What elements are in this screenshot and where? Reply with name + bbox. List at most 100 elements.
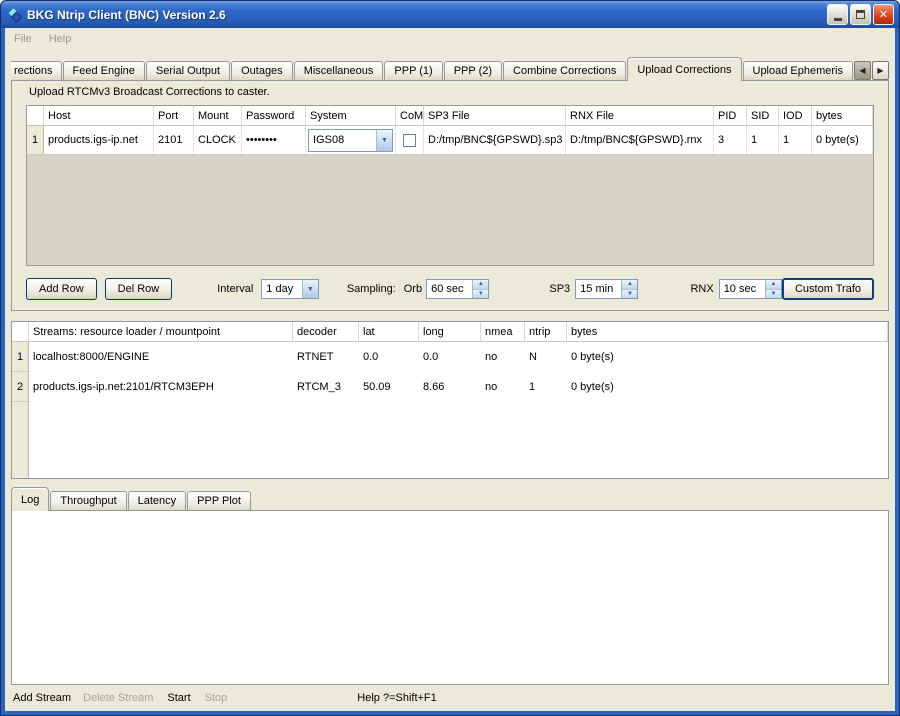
upload-table-header: Host Port Mount Password System CoM SP3 … xyxy=(27,106,873,126)
tab-scroll-left-button[interactable]: ◀ xyxy=(854,61,871,80)
del-row-button[interactable]: Del Row xyxy=(105,278,173,300)
bottom-action-bar: Add Stream Delete Stream Start Stop Help… xyxy=(5,685,895,711)
add-row-button[interactable]: Add Row xyxy=(26,278,97,300)
custom-trafo-button[interactable]: Custom Trafo xyxy=(782,278,874,300)
orb-spin-buttons: ▲ ▼ xyxy=(472,280,488,298)
streams-header-bytes: bytes xyxy=(567,322,888,341)
sid-cell[interactable]: 1 xyxy=(747,126,779,154)
sp3-spin-buttons: ▲ ▼ xyxy=(621,280,637,298)
orb-value: 60 sec xyxy=(427,280,472,298)
close-button[interactable]: ✕ xyxy=(873,4,894,25)
minimize-button[interactable] xyxy=(827,4,848,25)
spin-up-icon[interactable]: ▲ xyxy=(473,280,488,289)
streams-header-long: long xyxy=(419,322,481,341)
tab-miscellaneous[interactable]: Miscellaneous xyxy=(294,61,384,80)
interval-combobox[interactable]: 1 day ▼ xyxy=(261,279,319,299)
com-checkbox[interactable] xyxy=(403,134,416,147)
spin-down-icon[interactable]: ▼ xyxy=(622,289,637,299)
iod-cell[interactable]: 1 xyxy=(779,126,812,154)
tab-upload-ephemeris[interactable]: Upload Ephemeris xyxy=(743,61,854,80)
tab-latency[interactable]: Latency xyxy=(128,491,187,510)
stream-decoder: RTCM_3 xyxy=(293,372,359,402)
tab-corrections[interactable]: rections xyxy=(11,61,62,80)
menu-file[interactable]: File xyxy=(14,33,32,45)
header-iod: IOD xyxy=(779,106,812,125)
log-output-area[interactable] xyxy=(11,510,889,685)
tab-log[interactable]: Log xyxy=(11,487,49,511)
streams-header-mountpoint: Streams: resource loader / mountpoint xyxy=(29,322,293,341)
panel-description: Upload RTCMv3 Broadcast Corrections to c… xyxy=(22,86,878,103)
scroll-right-icon: ▶ xyxy=(877,66,883,75)
rnx-spin-buttons: ▲ ▼ xyxy=(765,280,781,298)
tab-feed-engine[interactable]: Feed Engine xyxy=(63,61,145,80)
minimize-icon xyxy=(834,18,842,21)
tab-outages[interactable]: Outages xyxy=(231,61,293,80)
pid-cell[interactable]: 3 xyxy=(714,126,747,154)
orb-spinner[interactable]: 60 sec ▲ ▼ xyxy=(426,279,489,299)
tab-ppp-2[interactable]: PPP (2) xyxy=(444,61,502,80)
tab-throughput[interactable]: Throughput xyxy=(50,491,126,510)
stream-lat: 0.0 xyxy=(359,342,419,372)
header-port: Port xyxy=(154,106,194,125)
orb-label: Orb xyxy=(404,283,422,295)
streams-header: Streams: resource loader / mountpoint de… xyxy=(12,322,888,342)
window-body: File Help rections Feed Engine Serial Ou… xyxy=(5,28,895,711)
window-title: BKG Ntrip Client (BNC) Version 2.6 xyxy=(27,8,822,22)
password-cell[interactable]: •••••••• xyxy=(242,126,306,154)
bottom-tab-strip: Log Throughput Latency PPP Plot xyxy=(11,490,889,510)
maximize-button[interactable] xyxy=(850,4,871,25)
add-stream-button[interactable]: Add Stream xyxy=(13,692,71,704)
rnx-file-cell[interactable]: D:/tmp/BNC${GPSWD}.rnx xyxy=(566,126,714,154)
mount-cell[interactable]: CLOCK xyxy=(194,126,242,154)
delete-stream-button[interactable]: Delete Stream xyxy=(83,692,153,704)
stream-row[interactable]: 1 localhost:8000/ENGINE RTNET 0.0 0.0 no… xyxy=(12,342,888,372)
titlebar[interactable]: BKG Ntrip Client (BNC) Version 2.6 ✕ xyxy=(1,1,899,28)
sp3-file-cell[interactable]: D:/tmp/BNC${GPSWD}.sp3 xyxy=(424,126,566,154)
scroll-left-icon: ◀ xyxy=(859,66,865,75)
header-sp3-file: SP3 File xyxy=(424,106,566,125)
spin-down-icon[interactable]: ▼ xyxy=(473,289,488,299)
upload-table-row: 1 products.igs-ip.net 2101 CLOCK •••••••… xyxy=(27,126,873,155)
spin-up-icon[interactable]: ▲ xyxy=(622,280,637,289)
menubar: File Help xyxy=(5,28,895,50)
spin-up-icon[interactable]: ▲ xyxy=(766,280,781,289)
stream-row[interactable]: 2 products.igs-ip.net:2101/RTCM3EPH RTCM… xyxy=(12,372,888,402)
streams-header-lat: lat xyxy=(359,322,419,341)
tab-ppp-plot[interactable]: PPP Plot xyxy=(187,491,251,510)
stream-long: 0.0 xyxy=(419,342,481,372)
header-mount: Mount xyxy=(194,106,242,125)
stop-button[interactable]: Stop xyxy=(205,692,228,704)
streams-header-decoder: decoder xyxy=(293,322,359,341)
tab-ppp-1[interactable]: PPP (1) xyxy=(384,61,442,80)
header-password: Password xyxy=(242,106,306,125)
chevron-down-icon[interactable]: ▼ xyxy=(302,280,318,298)
tab-upload-corrections[interactable]: Upload Corrections xyxy=(627,57,741,81)
rnx-spinner[interactable]: 10 sec ▲ ▼ xyxy=(719,279,782,299)
port-cell[interactable]: 2101 xyxy=(154,126,194,154)
upload-table: Host Port Mount Password System CoM SP3 … xyxy=(26,105,874,266)
stream-mountpoint: localhost:8000/ENGINE xyxy=(29,342,293,372)
sampling-label: Sampling: xyxy=(347,283,396,295)
system-cell: IGS08 ▼ xyxy=(306,126,396,154)
stream-nmea: no xyxy=(481,372,525,402)
host-cell[interactable]: products.igs-ip.net xyxy=(44,126,154,154)
spin-down-icon[interactable]: ▼ xyxy=(766,289,781,299)
sp3-spinner[interactable]: 15 min ▲ ▼ xyxy=(575,279,638,299)
header-pid: PID xyxy=(714,106,747,125)
system-combobox[interactable]: IGS08 ▼ xyxy=(308,129,393,152)
start-button[interactable]: Start xyxy=(167,692,190,704)
tab-serial-output[interactable]: Serial Output xyxy=(146,61,230,80)
header-com: CoM xyxy=(396,106,424,125)
stream-bytes: 0 byte(s) xyxy=(567,372,888,402)
tab-scroll-right-button[interactable]: ▶ xyxy=(872,61,889,80)
header-rnx-file: RNX File xyxy=(566,106,714,125)
stream-bytes: 0 byte(s) xyxy=(567,342,888,372)
header-index xyxy=(27,106,44,125)
menu-help[interactable]: Help xyxy=(49,33,72,45)
tab-combine-corrections[interactable]: Combine Corrections xyxy=(503,61,626,80)
header-sid: SID xyxy=(747,106,779,125)
system-value: IGS08 xyxy=(309,130,376,151)
upload-table-empty-area xyxy=(27,155,873,265)
chevron-down-icon[interactable]: ▼ xyxy=(376,130,392,151)
interval-label: Interval xyxy=(217,283,253,295)
